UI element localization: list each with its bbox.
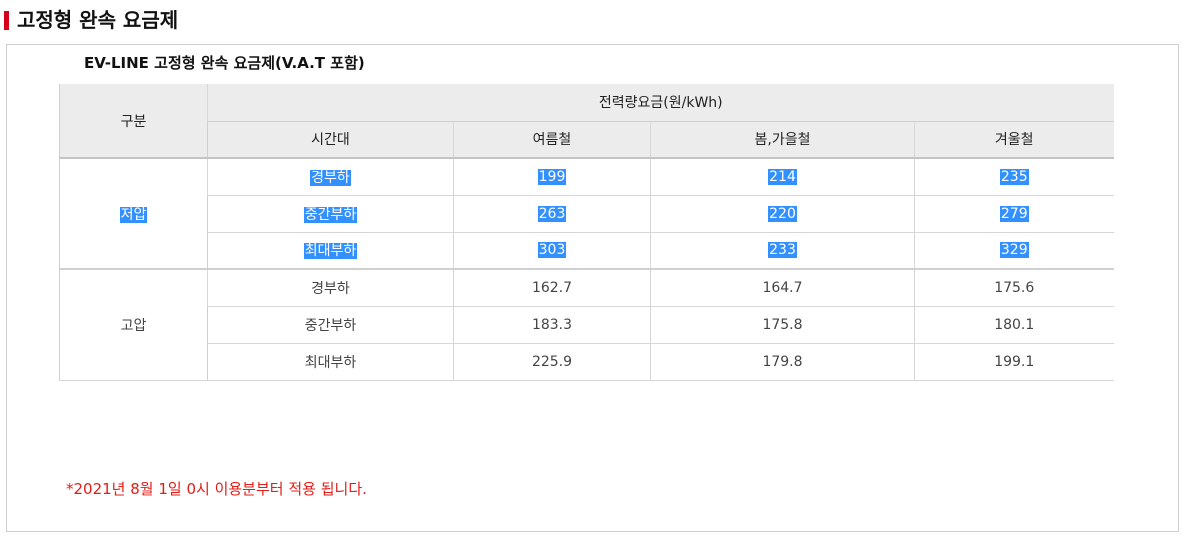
table-row: 중간부하 263 220 279 [60, 195, 1114, 233]
header-time-slot: 시간대 [207, 121, 454, 159]
title-accent-bar [4, 11, 9, 30]
winter-value: 329 [999, 242, 1029, 259]
spring-fall-cell: 233 [650, 232, 915, 270]
time-label: 중간부하 [303, 206, 358, 223]
header-spring-fall: 봄,가을철 [650, 121, 915, 159]
winter-cell: 329 [914, 232, 1114, 270]
summer-cell: 225.9 [453, 343, 651, 381]
header-energy-rate: 전력량요금(원/kWh) [207, 84, 1114, 122]
winter-value: 279 [999, 205, 1029, 222]
header-row-top: 구분 전력량요금(원/kWh) [59, 84, 1114, 159]
summer-cell: 183.3 [453, 306, 651, 344]
group-label-low-voltage: 저압 [119, 206, 148, 223]
group-cell-low-voltage: 저압 [59, 158, 208, 270]
summer-cell: 303 [453, 232, 651, 270]
group-cell-high-voltage: 고압 [59, 269, 208, 381]
group-label-high-voltage: 고압 [120, 317, 147, 334]
table-title: EV-LINE 고정형 완속 요금제(V.A.T 포함) [84, 54, 365, 72]
header-summer: 여름철 [453, 121, 651, 159]
winter-cell: 279 [914, 195, 1114, 233]
winter-cell: 199.1 [914, 343, 1114, 381]
winter-cell: 175.6 [914, 269, 1114, 307]
summer-cell: 263 [453, 195, 651, 233]
summer-value: 263 [537, 205, 567, 222]
time-label: 경부하 [310, 169, 351, 186]
time-cell: 경부하 [207, 269, 454, 307]
summer-cell: 162.7 [453, 269, 651, 307]
page-title: 고정형 완속 요금제 [17, 8, 179, 32]
header-row-sub: 시간대 여름철 봄,가을철 겨울철 [60, 121, 1114, 159]
time-cell: 최대부하 [207, 343, 454, 381]
table-row: 최대부하 225.9 179.8 199.1 [60, 343, 1114, 381]
rate-table: 구분 전력량요금(원/kWh) 시간대 여름철 봄,가을철 겨울철 저압 경부하… [59, 84, 1114, 381]
header-category: 구분 [59, 84, 208, 159]
table-row: 중간부하 183.3 175.8 180.1 [60, 306, 1114, 344]
summer-value: 199 [537, 168, 567, 185]
spring-fall-cell: 179.8 [650, 343, 915, 381]
time-cell: 최대부하 [207, 232, 454, 270]
time-label: 최대부하 [303, 243, 358, 260]
spring-fall-cell: 220 [650, 195, 915, 233]
winter-cell: 180.1 [914, 306, 1114, 344]
table-row: 저압 경부하 199 214 235 [59, 158, 1114, 270]
winter-value: 235 [999, 168, 1029, 185]
spring-fall-cell: 164.7 [650, 269, 915, 307]
table-row: 최대부하 303 233 329 [60, 232, 1114, 270]
summer-cell: 199 [453, 158, 651, 196]
time-cell: 중간부하 [207, 195, 454, 233]
spring-fall-value: 233 [768, 242, 797, 259]
spring-fall-value: 220 [768, 205, 797, 222]
page-header: 고정형 완속 요금제 [0, 0, 1192, 40]
header-winter: 겨울철 [914, 121, 1114, 159]
time-cell: 중간부하 [207, 306, 454, 344]
summer-value: 303 [537, 242, 567, 259]
time-cell: 경부하 [207, 158, 454, 196]
spring-fall-value: 214 [768, 168, 797, 185]
effective-date-note: *2021년 8월 1일 0시 이용분부터 적용 됩니다. [66, 480, 367, 498]
spring-fall-cell: 175.8 [650, 306, 915, 344]
winter-cell: 235 [914, 158, 1114, 196]
spring-fall-cell: 214 [650, 158, 915, 196]
table-row: 고압 경부하 162.7 164.7 175.6 [59, 269, 1114, 381]
